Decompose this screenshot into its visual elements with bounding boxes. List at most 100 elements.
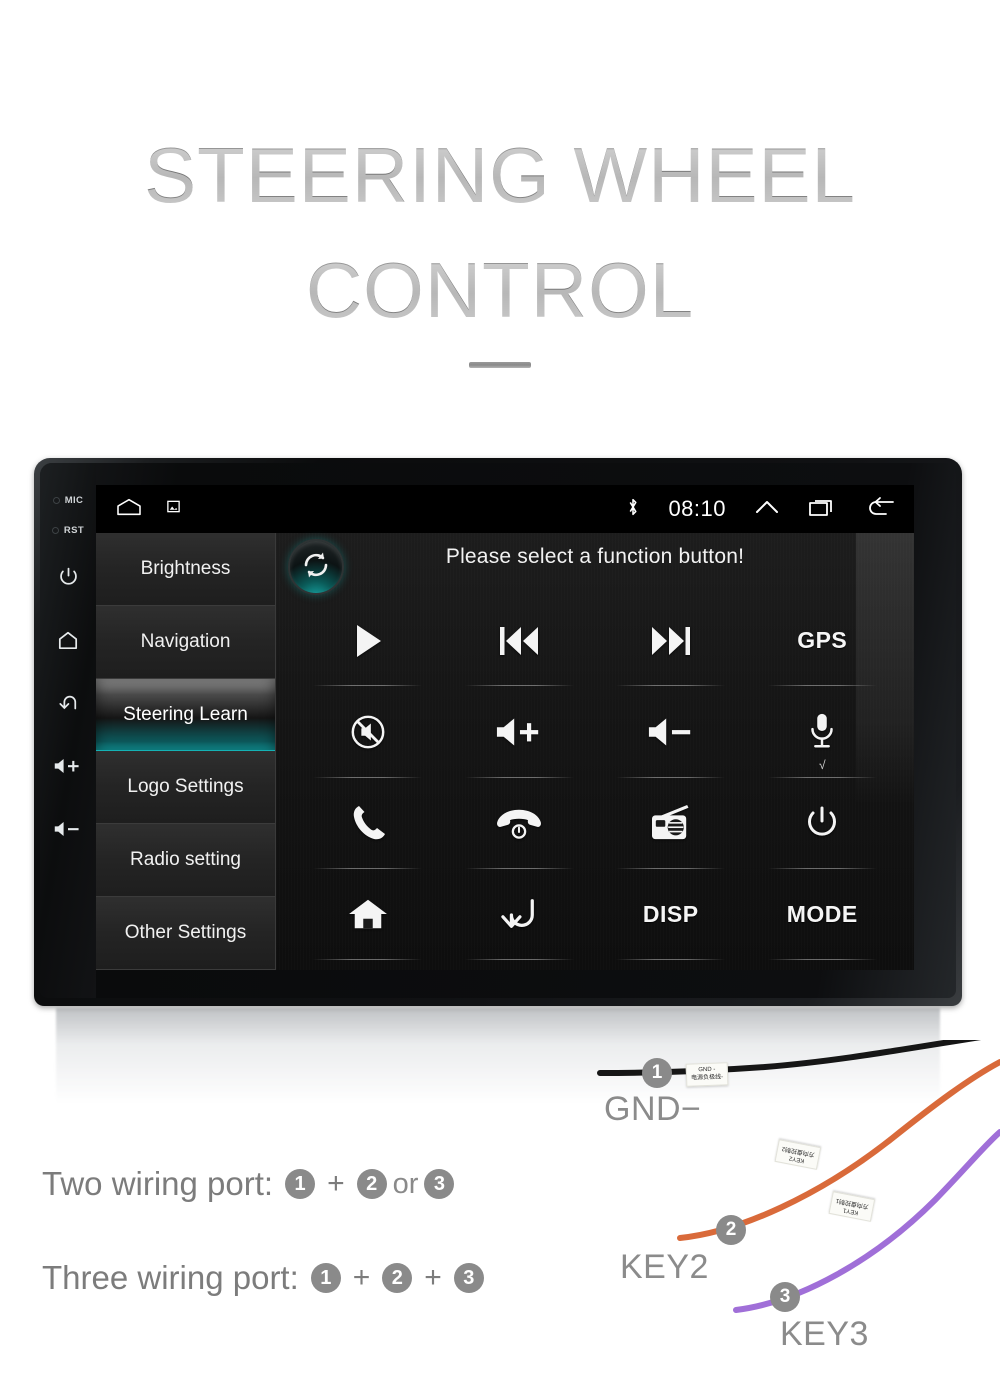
rail-volume-up-button[interactable] <box>40 734 96 797</box>
device-body: MIC RST 08:10 Brightness Navigation Stee… <box>40 463 956 998</box>
wire-name-key3: KEY3 <box>780 1315 869 1353</box>
wire-tag-line2: 电源负极线- <box>691 1073 724 1082</box>
page-title: STEERING WHEEL CONTROL <box>0 118 1000 349</box>
port-badge-1: 1 <box>310 1263 341 1293</box>
menu-item-label: Other Settings <box>124 922 247 944</box>
menu-item-brightness[interactable]: Brightness <box>96 533 275 606</box>
volume-up-icon <box>495 716 543 748</box>
function-button-label: MODE <box>786 900 858 927</box>
menu-item-label: Radio setting <box>130 849 241 871</box>
back-icon <box>57 693 79 713</box>
reset-hole-icon[interactable] <box>51 526 59 534</box>
function-disp-button[interactable]: DISP <box>595 869 747 961</box>
port-badge-2: 2 <box>382 1263 413 1293</box>
function-power-button[interactable] <box>747 778 899 870</box>
function-mute-button[interactable] <box>292 686 444 778</box>
chevron-up-icon[interactable] <box>754 497 780 522</box>
statusbar-clock: 08:10 <box>668 496 726 521</box>
menu-item-label: Navigation <box>140 630 231 652</box>
volume-down-icon <box>53 820 83 838</box>
wire-callout-3: 3 <box>770 1282 800 1312</box>
page-root: STEERING WHEEL CONTROL MIC RST 08:10 Bri… <box>0 0 1000 1396</box>
settings-menu: Brightness Navigation Steering Learn Log… <box>96 533 276 970</box>
menu-item-steering-learn[interactable]: Steering Learn <box>96 678 275 752</box>
menu-item-radio-setting[interactable]: Radio setting <box>96 824 275 898</box>
wire-name-gnd: GND− <box>604 1090 702 1128</box>
home-icon <box>347 896 389 932</box>
back-arrow-icon <box>498 896 540 932</box>
back-arrow-icon[interactable] <box>866 496 896 523</box>
previous-track-icon <box>497 624 541 658</box>
function-button-label: DISP <box>642 900 699 927</box>
plus-sign: + <box>352 1261 371 1294</box>
menu-item-label: Steering Learn <box>123 703 248 725</box>
statusbar-home-icon[interactable] <box>114 496 144 523</box>
wiring-legend-label: Two wiring port: <box>42 1165 274 1202</box>
wiring-legend-row-three: Three wiring port: 1 + 2 + 3 <box>42 1244 602 1312</box>
wire-tag-gnd: GND - 电源负极线- <box>685 1062 729 1087</box>
function-call-answer-button[interactable] <box>292 778 444 870</box>
rail-back-button[interactable] <box>40 671 96 734</box>
wiring-legend: Two wiring port: 1 + 2 or 3 Three wiring… <box>42 1150 602 1312</box>
menu-item-label: Logo Settings <box>127 776 244 798</box>
function-volume-down-button[interactable] <box>595 686 747 778</box>
function-volume-up-button[interactable] <box>444 686 596 778</box>
menu-item-logo-settings[interactable]: Logo Settings <box>96 751 275 825</box>
port-badge-3: 3 <box>424 1169 455 1199</box>
rail-power-button[interactable] <box>40 545 96 608</box>
panel-prompt: Please select a function button! <box>445 545 745 568</box>
page-title-line-1: STEERING WHEEL <box>0 118 1000 233</box>
function-button-grid: GPS √ DISP MODE <box>292 595 899 961</box>
function-button-label: GPS <box>797 627 848 654</box>
device-side-rail: MIC RST <box>40 463 96 998</box>
menu-item-other-settings[interactable]: Other Settings <box>96 897 275 970</box>
function-radio-button[interactable] <box>595 778 747 870</box>
recents-icon[interactable] <box>808 496 838 523</box>
bluetooth-icon <box>626 496 640 523</box>
play-icon <box>351 622 385 660</box>
function-home-button[interactable] <box>292 869 444 961</box>
power-icon <box>58 566 79 587</box>
mute-icon <box>349 713 387 751</box>
phone-hangup-icon <box>496 806 542 840</box>
home-icon <box>57 630 79 650</box>
rail-volume-down-button[interactable] <box>40 797 96 860</box>
port-badge-1: 1 <box>285 1169 316 1199</box>
wire-callout-1: 1 <box>642 1058 672 1088</box>
wiring-legend-label: Three wiring port: <box>42 1259 299 1296</box>
port-badge-2: 2 <box>356 1169 387 1199</box>
head-unit-device: MIC RST 08:10 Brightness Navigation Stee… <box>34 458 962 1006</box>
function-mode-button[interactable]: MODE <box>747 869 899 961</box>
mic-label: MIC <box>64 494 84 506</box>
next-track-icon <box>649 624 693 658</box>
mic-indicator: MIC <box>40 485 96 515</box>
mic-hole-icon <box>52 496 60 504</box>
wire-harness-photo: GND - 电源负极线- KEY2 方向盘控制2 KEY1 方向盘控制1 1 2… <box>590 1031 1000 1396</box>
function-voice-button[interactable]: √ <box>747 686 899 778</box>
or-word: or <box>392 1167 419 1200</box>
menu-item-navigation[interactable]: Navigation <box>96 605 275 679</box>
function-back-button[interactable] <box>444 869 596 961</box>
statusbar-screenshot-icon[interactable] <box>166 499 181 519</box>
menu-item-label: Brightness <box>140 557 231 579</box>
port-badge-3: 3 <box>453 1263 484 1293</box>
function-previous-button[interactable] <box>444 595 596 687</box>
rail-home-button[interactable] <box>40 608 96 671</box>
function-call-end-button[interactable] <box>444 778 596 870</box>
plus-sign: + <box>424 1261 442 1294</box>
reset-label: RST <box>63 524 85 536</box>
page-title-line-2: CONTROL <box>0 233 1000 348</box>
power-icon <box>805 805 839 841</box>
radio-icon <box>649 804 693 842</box>
title-divider <box>469 362 531 368</box>
microphone-icon <box>807 712 837 752</box>
reset-indicator[interactable]: RST <box>40 515 96 545</box>
device-screen: 08:10 Brightness Navigation Steering Lea… <box>96 485 914 970</box>
volume-down-icon <box>647 716 695 748</box>
function-play-button[interactable] <box>292 595 444 687</box>
screen-content: Brightness Navigation Steering Learn Log… <box>96 533 914 970</box>
function-gps-button[interactable]: GPS <box>747 595 899 687</box>
wiring-legend-row-two: Two wiring port: 1 + 2 or 3 <box>42 1150 602 1218</box>
function-next-button[interactable] <box>595 595 747 687</box>
wire-name-key2: KEY2 <box>620 1248 709 1286</box>
